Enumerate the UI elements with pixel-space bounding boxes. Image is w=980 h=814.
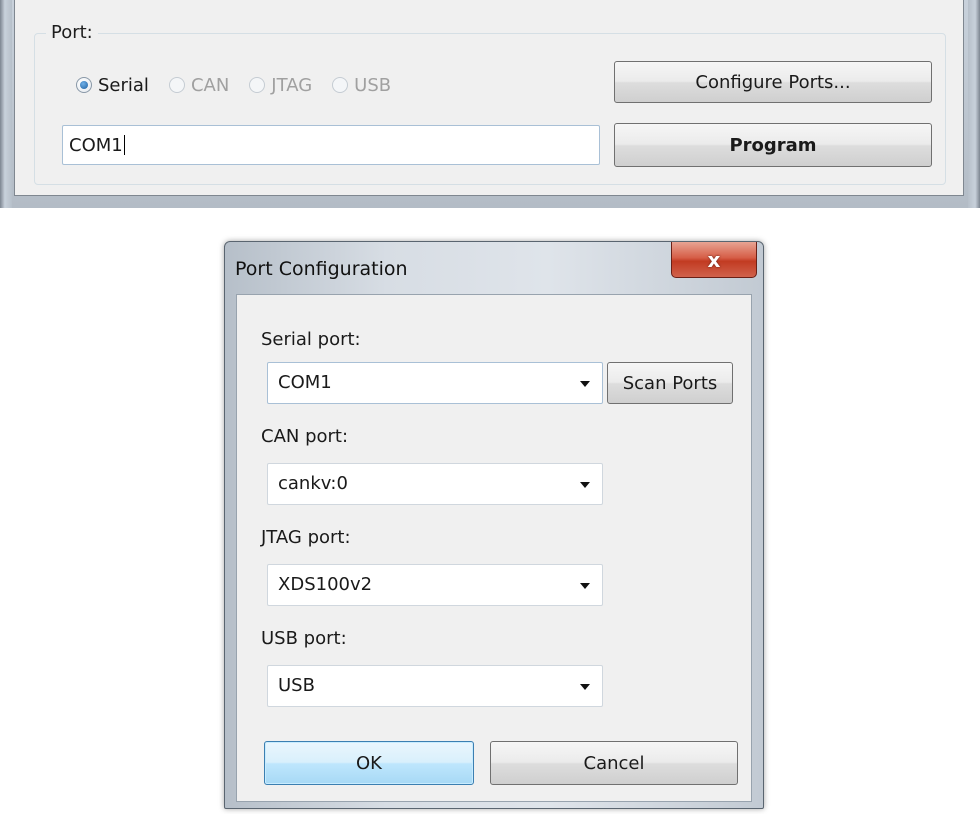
radio-usb-label: USB [354,74,392,96]
program-button[interactable]: Program [614,123,932,167]
radio-jtag[interactable]: JTAG [249,75,312,96]
port-input-value: COM1 [69,134,123,156]
chevron-down-icon [580,381,590,387]
radio-serial-label: Serial [98,74,149,96]
serial-port-value: COM1 [278,372,332,393]
jtag-port-label: JTAG port: [261,527,351,548]
port-group-label: Port: [46,22,98,43]
can-port-label: CAN port: [261,426,349,447]
jtag-port-value: XDS100v2 [278,574,373,595]
radio-can[interactable]: CAN [168,74,230,96]
radio-serial[interactable]: Serial [76,75,149,96]
window-frame-left [0,0,12,208]
radio-jtag-label: JTAG [271,74,313,96]
window-frame-right [968,0,980,208]
serial-port-label: Serial port: [261,329,361,350]
radio-can-label: CAN [190,74,230,96]
text-caret [123,135,125,155]
dialog-title: Port Configuration [235,258,408,280]
radio-button[interactable] [332,77,349,93]
chevron-down-icon [580,482,590,488]
main-window: Port: Serial CAN JTAG USB Configure Port… [0,0,980,208]
usb-port-label: USB port: [261,628,347,649]
close-button[interactable]: x [671,242,757,278]
radio-usb[interactable]: USB [332,75,391,96]
port-configuration-dialog: Port Configuration x Serial port: COM1 S… [224,241,764,809]
radio-button-selected[interactable] [76,77,92,93]
close-icon: x [707,247,721,272]
radio-button[interactable] [168,77,185,93]
dialog-content: Serial port: COM1 Scan Ports CAN port: c… [236,294,752,802]
serial-port-select[interactable]: COM1 [267,362,603,404]
radio-button[interactable] [249,77,266,93]
usb-port-select[interactable]: USB [267,665,603,707]
configure-ports-button[interactable]: Configure Ports... [614,61,932,103]
chevron-down-icon [580,583,590,589]
cancel-button[interactable]: Cancel [490,741,738,785]
port-input[interactable]: COM1 [62,125,600,165]
port-type-radio-group: Serial CAN JTAG USB [76,70,411,100]
can-port-value: cankv:0 [278,473,348,494]
radio-dot [80,81,88,89]
chevron-down-icon [580,684,590,690]
ok-button[interactable]: OK [264,741,474,785]
can-port-select[interactable]: cankv:0 [267,463,603,505]
usb-port-value: USB [278,675,315,696]
jtag-port-select[interactable]: XDS100v2 [267,564,603,606]
scan-ports-button[interactable]: Scan Ports [607,362,733,404]
